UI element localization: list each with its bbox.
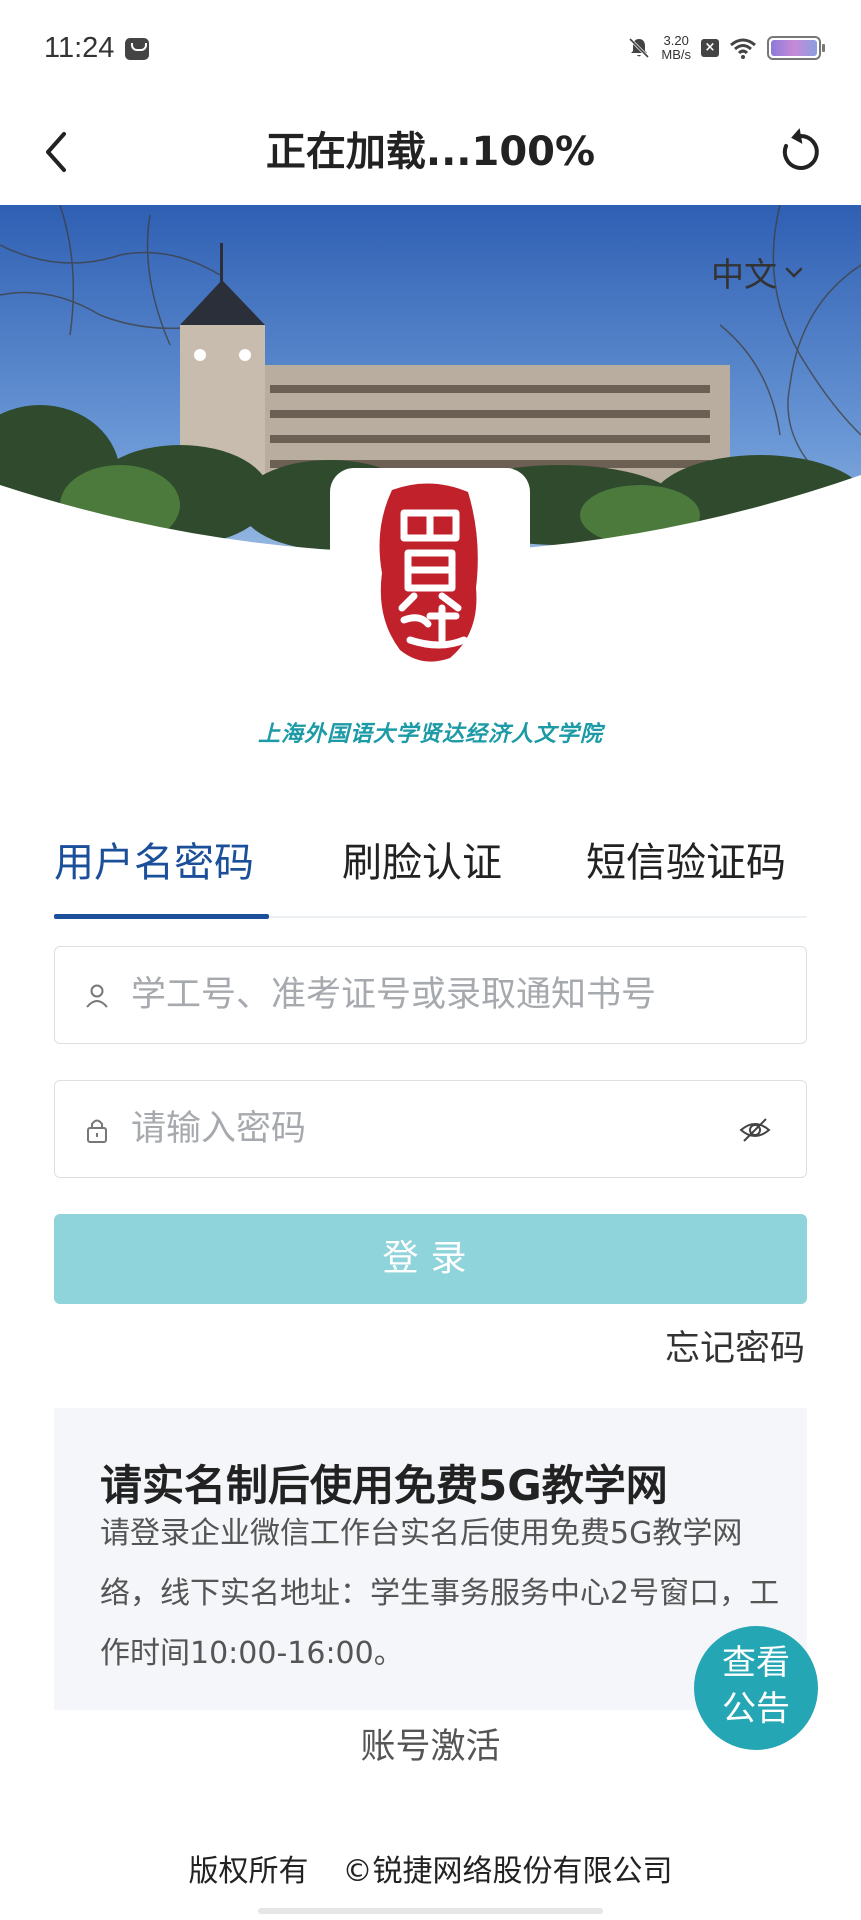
status-bar: 11:24 3.20 MB/s × — [0, 0, 861, 100]
tab-label: 用户名密码 — [54, 840, 254, 886]
username-input[interactable] — [131, 947, 731, 1043]
password-field[interactable] — [54, 1080, 807, 1178]
tab-sms-code[interactable]: 短信验证码 — [586, 830, 786, 888]
home-indicator[interactable] — [258, 1908, 603, 1914]
language-switch[interactable]: 中文 — [711, 248, 805, 296]
forgot-password-link[interactable]: 忘记密码 — [665, 1320, 805, 1371]
nav-bar: 正在加载...100% — [0, 100, 861, 205]
refresh-button[interactable] — [771, 122, 831, 182]
wifi-icon — [730, 38, 756, 59]
battery-icon — [767, 36, 825, 60]
status-time: 11:24 — [44, 32, 115, 64]
username-field[interactable] — [54, 946, 807, 1044]
copyright-label: 版权所有 — [188, 1854, 309, 1889]
speed-value: 3.20 — [663, 33, 689, 48]
page-title: 正在加载...100% — [265, 129, 596, 175]
tab-label: 短信验证码 — [586, 840, 786, 886]
user-icon — [86, 984, 108, 1008]
account-activate-link[interactable]: 账号激活 — [0, 1718, 861, 1769]
lock-icon — [87, 1119, 107, 1143]
login-button[interactable]: 登录 — [54, 1214, 807, 1304]
mute-bell-icon — [629, 37, 650, 59]
network-speed: 3.20 MB/s — [661, 34, 691, 62]
view-notice-line1: 查看 — [722, 1643, 790, 1683]
language-label: 中文 — [711, 255, 777, 294]
password-input[interactable] — [131, 1081, 731, 1177]
tab-face-auth[interactable]: 刷脸认证 — [342, 830, 502, 888]
logo-card — [330, 468, 530, 678]
message-icon — [125, 38, 149, 60]
eye-off-icon[interactable] — [738, 1115, 772, 1145]
refresh-icon — [782, 128, 819, 170]
chevron-down-icon — [785, 267, 803, 278]
school-seal-logo — [379, 483, 478, 662]
notice-body: 请登录企业微信工作台实名后使用免费5G教学网络，线下实名地址：学生事务服务中心2… — [100, 1516, 780, 1671]
active-tab-indicator — [54, 914, 269, 919]
x-badge-icon: × — [701, 39, 719, 57]
footer: 版权所有 ©锐捷网络股份有限公司 — [0, 1846, 861, 1890]
status-icons: 3.20 MB/s × — [627, 34, 825, 62]
company-name: ©锐捷网络股份有限公司 — [342, 1854, 673, 1889]
tab-label: 刷脸认证 — [342, 840, 502, 886]
school-name: 上海外国语大学贤达经济人文学院 — [257, 721, 603, 747]
tab-username-password[interactable]: 用户名密码 — [54, 830, 254, 888]
login-tabs: 用户名密码 刷脸认证 短信验证码 — [54, 810, 807, 919]
speed-unit: MB/s — [661, 47, 691, 62]
